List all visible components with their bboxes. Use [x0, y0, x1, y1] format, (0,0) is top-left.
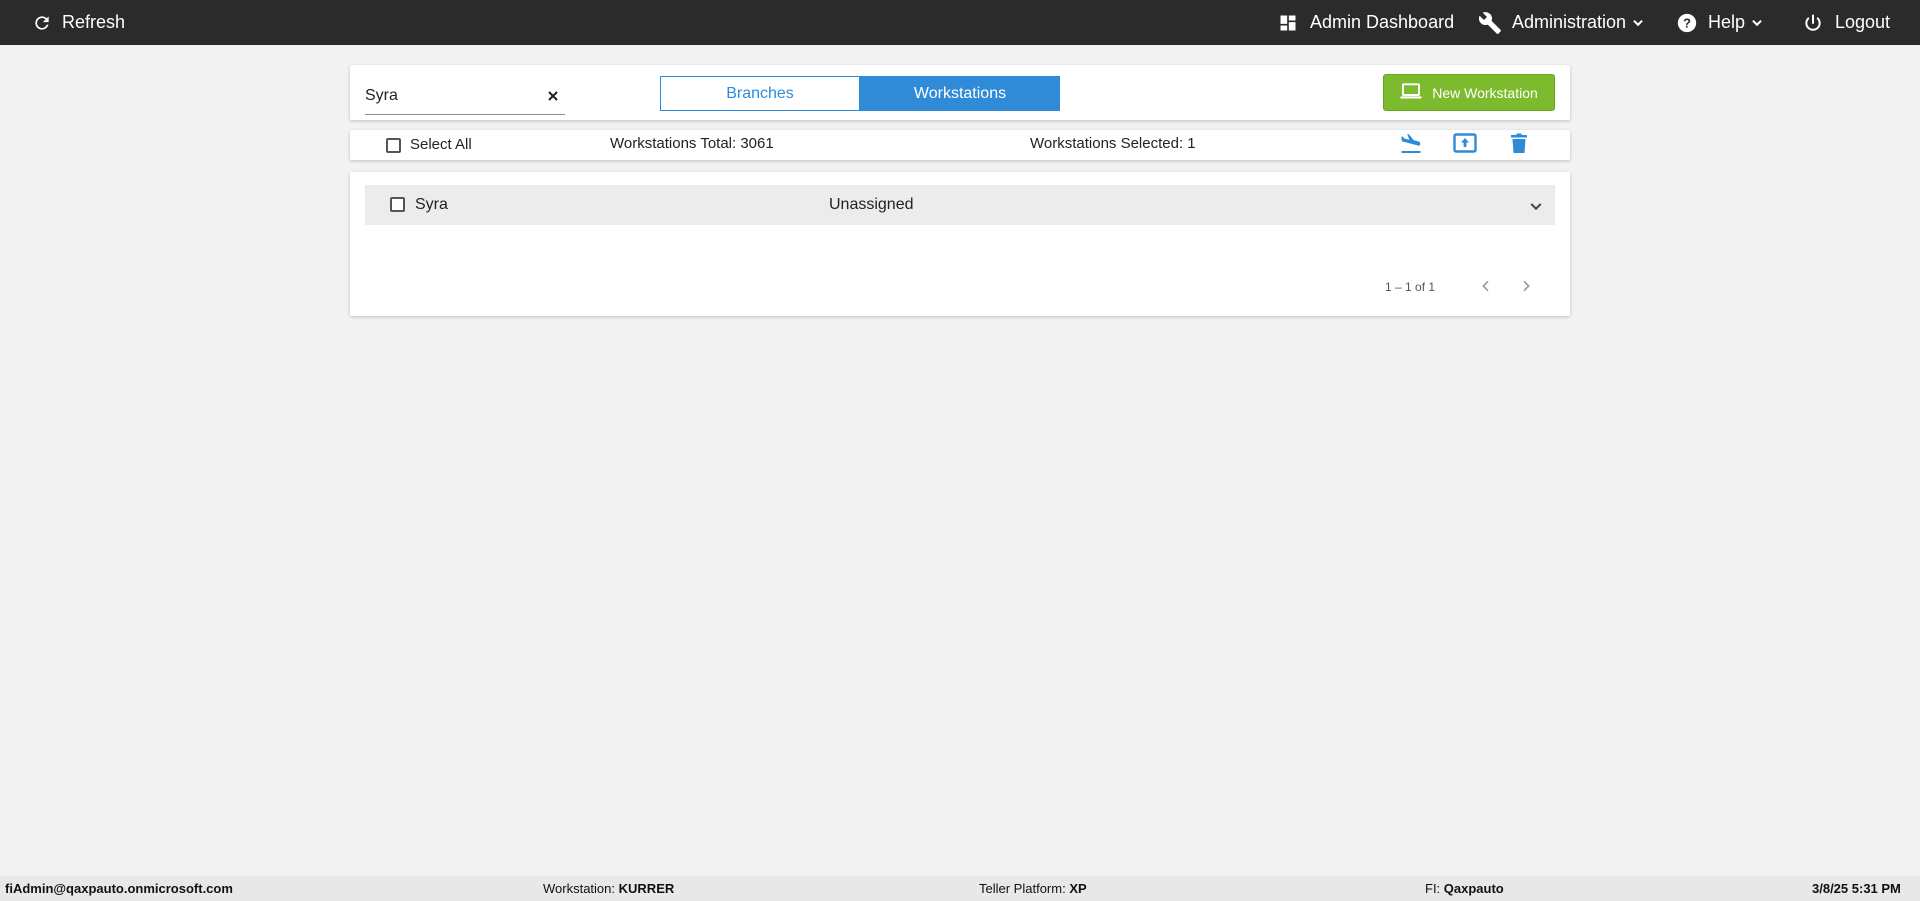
administration-label: Administration [1512, 12, 1627, 32]
delete-button[interactable] [1506, 133, 1532, 157]
row-checkbox[interactable] [390, 197, 405, 212]
teller-platform-info: Teller Platform: XP [979, 881, 1087, 896]
move-icon [1399, 132, 1423, 159]
chevron-right-icon[interactable] [1518, 278, 1534, 294]
wrench-icon [1478, 11, 1502, 35]
workstation-label: Workstation: [543, 881, 616, 896]
chevron-down-icon [1750, 16, 1764, 30]
svg-text:?: ? [1683, 15, 1691, 30]
list-item[interactable]: Syra Unassigned [365, 185, 1555, 225]
workstation-value: KURRER [618, 881, 675, 896]
fi-label: FI: [1425, 881, 1441, 896]
laptop-icon [1400, 83, 1422, 102]
search-field [365, 79, 565, 115]
teller-platform-value: XP [1069, 881, 1087, 896]
status-bar: fiAdmin@qaxpauto.onmicrosoft.com Worksta… [0, 876, 1920, 901]
pagination-range: 1 – 1 of 1 [1385, 280, 1436, 294]
admin-dashboard-label: Admin Dashboard [1310, 12, 1455, 32]
help-icon: ? [1676, 12, 1698, 34]
new-workstation-button[interactable]: New Workstation [1383, 74, 1555, 111]
logout-label: Logout [1835, 12, 1891, 32]
top-navigation-bar: Refresh Admin Dashboard Administration ?… [0, 0, 1920, 45]
workstations-selected: Workstations Selected: 1 [1030, 135, 1196, 152]
datetime: 3/8/25 5:31 PM [1812, 881, 1901, 896]
help-menu[interactable]: ? Help [1676, 0, 1764, 45]
fi-value: Qaxpauto [1443, 881, 1504, 896]
refresh-button[interactable]: Refresh [32, 0, 125, 45]
dashboard-icon [1278, 13, 1298, 33]
tab-branches[interactable]: Branches [660, 76, 860, 111]
workstation-status: Unassigned [829, 196, 914, 213]
search-input[interactable] [365, 79, 535, 113]
workstation-info: Workstation: KURRER [543, 881, 674, 896]
chevron-down-icon [1631, 16, 1645, 30]
search-panel: Branches Workstations New Workstation [350, 65, 1570, 120]
fi-info: FI: Qaxpauto [1425, 881, 1504, 896]
trash-icon [1510, 132, 1528, 159]
upload-button[interactable] [1452, 132, 1478, 158]
upload-icon [1453, 132, 1477, 158]
user-email: fiAdmin@qaxpauto.onmicrosoft.com [5, 881, 233, 896]
logout-button[interactable]: Logout [1803, 0, 1890, 45]
chevron-left-icon[interactable] [1478, 278, 1494, 294]
tab-workstations[interactable]: Workstations [860, 76, 1060, 111]
help-label: Help [1708, 12, 1746, 32]
teller-platform-label: Teller Platform: [979, 881, 1066, 896]
close-icon[interactable] [545, 88, 561, 104]
view-toggle: Branches Workstations [660, 76, 1060, 111]
select-all-label: Select All [410, 136, 472, 153]
selection-toolbar: Select All Workstations Total: 3061 Work… [350, 130, 1570, 160]
workstation-list-panel: Syra Unassigned 1 – 1 of 1 [350, 172, 1570, 316]
admin-dashboard-link[interactable]: Admin Dashboard [1278, 0, 1454, 45]
administration-menu[interactable]: Administration [1478, 0, 1645, 45]
refresh-icon [32, 13, 52, 33]
power-icon [1803, 13, 1823, 33]
select-all-checkbox[interactable] [386, 138, 401, 153]
refresh-label: Refresh [62, 12, 126, 32]
new-workstation-label: New Workstation [1432, 84, 1538, 101]
workstations-total: Workstations Total: 3061 [610, 135, 774, 152]
workstation-name: Syra [415, 196, 448, 213]
move-button[interactable] [1398, 133, 1424, 157]
chevron-down-icon[interactable] [1528, 198, 1544, 214]
